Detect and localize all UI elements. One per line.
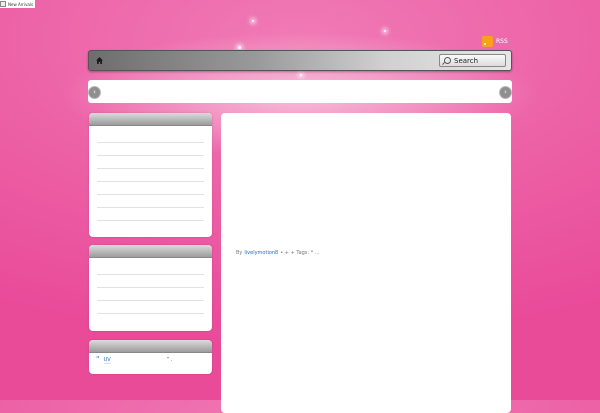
sparkle-decoration [300,74,302,76]
widget-divider [97,274,204,275]
main-content: By livelymotion8 • + + Tags: * ... [221,113,511,413]
widget-divider [97,155,204,156]
quote-mark: “ [96,355,100,363]
rss-label: RSS [496,38,508,45]
search-label: Search [454,56,479,65]
rss-link[interactable]: RSS [482,36,508,47]
image-alt-text: New Arrivals [8,1,34,7]
slider-next-button[interactable]: › [499,86,512,99]
nav-bar: Search [88,50,512,71]
post-byline: By livelymotion8 • + + Tags: * ... [236,250,320,256]
widget-divider [97,287,204,288]
widget-header [89,340,212,353]
image-placeholder-icon [0,1,6,7]
widget-divider [97,220,204,221]
widget-header [89,245,212,258]
home-icon[interactable] [96,57,103,64]
featured-slider: ‹ › [88,80,512,103]
widget-divider [97,300,204,301]
search-icon [444,57,451,64]
search-button[interactable]: Search [439,54,506,67]
widget-divider [97,194,204,195]
sidebar-widget [89,245,212,331]
widget-entry: “ UV ” . [96,355,173,364]
slider-prev-button[interactable]: ‹ [88,86,101,99]
widget-divider [97,168,204,169]
sparkle-decoration [252,20,254,22]
sparkle-decoration [384,30,386,32]
byline-prefix: By [236,250,243,256]
sidebar-widget [89,113,212,237]
sparkle-decoration [238,46,241,49]
widget-header [89,113,212,126]
author-link[interactable]: livelymotion8 [244,250,278,256]
broken-image: New Arrivals [0,0,36,8]
sidebar-widget: “ UV ” . [89,340,212,374]
widget-trail: ” . [166,357,173,363]
widget-divider [97,142,204,143]
rss-icon [482,36,493,47]
widget-divider [97,207,204,208]
widget-divider [97,313,204,314]
widget-divider [97,181,204,182]
widget-link[interactable]: UV [103,357,111,364]
post-meta: • + + Tags: * ... [280,250,320,256]
